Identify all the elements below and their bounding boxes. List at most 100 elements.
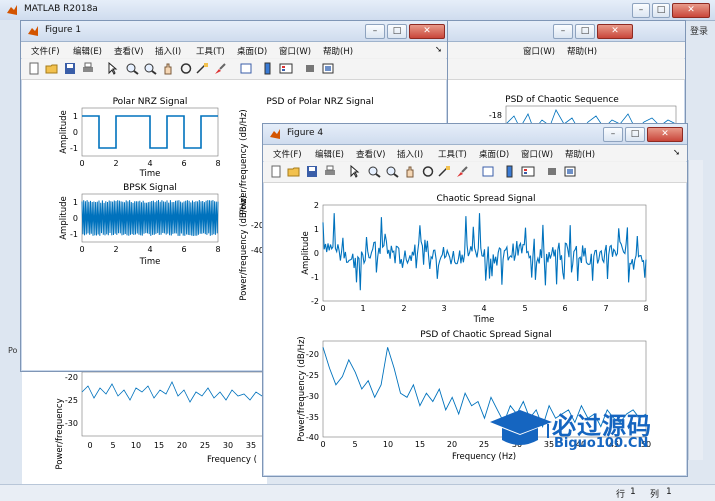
nrz-xtick-4: 8 [215, 159, 220, 168]
figure4-minimize-button[interactable]: – [603, 127, 623, 142]
figure-back-close-button[interactable]: ✕ [597, 24, 633, 39]
figure1-menubar: 文件(F) 编辑(E) 查看(V) 插入(I) 工具(T) 桌面(D) 窗口(W… [21, 42, 447, 58]
hide-tools-icon[interactable] [303, 62, 317, 75]
figure1-menu-window[interactable]: 窗口(W) [279, 45, 311, 57]
brush-icon[interactable] [455, 165, 469, 178]
bpsk-ytick-1: 0 [73, 214, 78, 223]
psd-chaotic-yticks: -20 -25 -30 -35 -40 [306, 350, 319, 442]
figure4-menu-tools[interactable]: 工具(T) [438, 148, 467, 160]
figure-back-menu-help[interactable]: 帮助(H) [567, 45, 597, 57]
figure-back-menubar: 窗口(W) 帮助(H) [441, 42, 685, 58]
legend-icon[interactable] [279, 62, 293, 75]
figure4-menu-window[interactable]: 窗口(W) [521, 148, 553, 160]
figure4-menu-edit[interactable]: 编辑(E) [315, 148, 344, 160]
psd-xtick-2: 10 [383, 440, 393, 449]
back-psd-bottom: Power/frequency -20 -25 -30 0 5 10 15 20… [22, 370, 268, 484]
back-bottom-ytick-2: -30 [65, 419, 78, 428]
figure1-close-button[interactable]: ✕ [409, 24, 445, 39]
figure1-matlab-icon [28, 26, 38, 36]
nrz-ytick-0: 1 [73, 112, 78, 121]
new-figure-icon[interactable] [27, 62, 41, 75]
figure-back-toolbar [441, 59, 685, 80]
chaotic-xticks: 0 1 2 3 4 5 6 7 8 [320, 304, 648, 313]
psd-ytick-e: -40 [306, 433, 319, 442]
figure-back-minimize-button[interactable]: – [553, 24, 573, 39]
figure1-menu-view[interactable]: 查看(V) [114, 45, 143, 57]
figure4-menu-help[interactable]: 帮助(H) [565, 148, 595, 160]
pointer-icon[interactable] [105, 62, 119, 75]
figure4-menu-desktop[interactable]: 桌面(D) [479, 148, 509, 160]
bpsk-xtick-0: 0 [79, 245, 84, 254]
back-xtick-3: 15 [154, 441, 164, 450]
brush-icon[interactable] [213, 62, 227, 75]
figure1-menu-file[interactable]: 文件(F) [31, 45, 60, 57]
figure4-close-button[interactable]: ✕ [647, 127, 683, 142]
watermark-text-en: Biguo100.CN [554, 436, 649, 451]
nrz-ylabel: Amplitude [59, 110, 69, 154]
matlab-login-link[interactable]: 登录 [690, 24, 708, 37]
figure4-matlab-icon [270, 129, 280, 139]
link-plot-icon[interactable] [239, 62, 253, 75]
rotate-icon[interactable] [179, 62, 193, 75]
figure1-menu-arrow-icon[interactable]: ➘ [435, 45, 442, 55]
figure4-menu-view[interactable]: 查看(V) [356, 148, 385, 160]
figure4-menu-arrow-icon[interactable]: ➘ [673, 148, 680, 158]
figure1-menu-help[interactable]: 帮助(H) [323, 45, 353, 57]
rotate-icon[interactable] [421, 165, 435, 178]
psd-ytick-c: -30 [306, 392, 319, 401]
zoom-in-icon[interactable] [125, 62, 139, 75]
matlab-titlebar: MATLAB R2018a – □ ✕ [0, 0, 715, 21]
matlab-maximize-button[interactable]: □ [652, 3, 670, 18]
figure-back-maximize-button[interactable]: □ [575, 24, 595, 39]
chaotic-ytick-2: 0 [314, 249, 319, 258]
colorbar-icon[interactable] [503, 165, 517, 178]
figure1-menu-tools[interactable]: 工具(T) [196, 45, 225, 57]
figure4-menu-file[interactable]: 文件(F) [273, 148, 302, 160]
psd-ytick-b: -25 [306, 371, 319, 380]
figure1-menu-desktop[interactable]: 桌面(D) [237, 45, 267, 57]
nrz-ytick-2: -1 [70, 144, 78, 153]
new-figure-icon[interactable] [269, 165, 283, 178]
figure1-menu-insert[interactable]: 插入(I) [155, 45, 181, 57]
matlab-left-tab[interactable]: Po [8, 346, 17, 355]
psd-chaotic-title: PSD of Chaotic Spread Signal [420, 330, 552, 340]
print-icon[interactable] [323, 165, 337, 178]
figure1-minimize-button[interactable]: – [365, 24, 385, 39]
back-bottom-axes [81, 371, 268, 437]
pan-icon[interactable] [403, 165, 417, 178]
link-plot-icon[interactable] [481, 165, 495, 178]
print-icon[interactable] [81, 62, 95, 75]
data-cursor-icon[interactable] [195, 62, 209, 75]
matlab-minimize-button[interactable]: – [632, 3, 650, 18]
save-icon[interactable] [305, 165, 319, 178]
show-tools-icon[interactable] [563, 165, 577, 178]
back-psd-bottom-svg: Power/frequency -20 -25 -30 0 5 10 15 20… [55, 371, 268, 470]
figure-back-menu-window[interactable]: 窗口(W) [523, 45, 555, 57]
colorbar-icon[interactable] [261, 62, 275, 75]
zoom-in-icon[interactable] [367, 165, 381, 178]
hide-tools-icon[interactable] [545, 165, 559, 178]
psd-nrz-title: PSD of Polar NRZ Signal [266, 97, 373, 107]
data-cursor-icon[interactable] [437, 165, 451, 178]
zoom-out-icon[interactable] [385, 165, 399, 178]
pointer-icon[interactable] [347, 165, 361, 178]
matlab-statusbar: 行 1 列 1 [0, 484, 715, 501]
figure4-maximize-button[interactable]: □ [625, 127, 645, 142]
matlab-right-scrollbar[interactable] [688, 160, 703, 460]
figure1-maximize-button[interactable]: □ [387, 24, 407, 39]
psd-chaotic-ylabel: Power/frequency (dB/Hz) [297, 336, 307, 441]
pan-icon[interactable] [161, 62, 175, 75]
open-file-icon[interactable] [287, 165, 301, 178]
back-xtick-7: 35 [246, 441, 256, 450]
nrz-ytick-1: 0 [73, 128, 78, 137]
matlab-close-button[interactable]: ✕ [672, 3, 710, 18]
show-tools-icon[interactable] [321, 62, 335, 75]
bpsk-xlabel: Time [139, 257, 161, 267]
save-icon[interactable] [63, 62, 77, 75]
open-file-icon[interactable] [45, 62, 59, 75]
chaotic-ytick-1: 1 [314, 225, 319, 234]
figure4-menu-insert[interactable]: 插入(I) [397, 148, 423, 160]
figure1-menu-edit[interactable]: 编辑(E) [73, 45, 102, 57]
zoom-out-icon[interactable] [143, 62, 157, 75]
legend-icon[interactable] [521, 165, 535, 178]
